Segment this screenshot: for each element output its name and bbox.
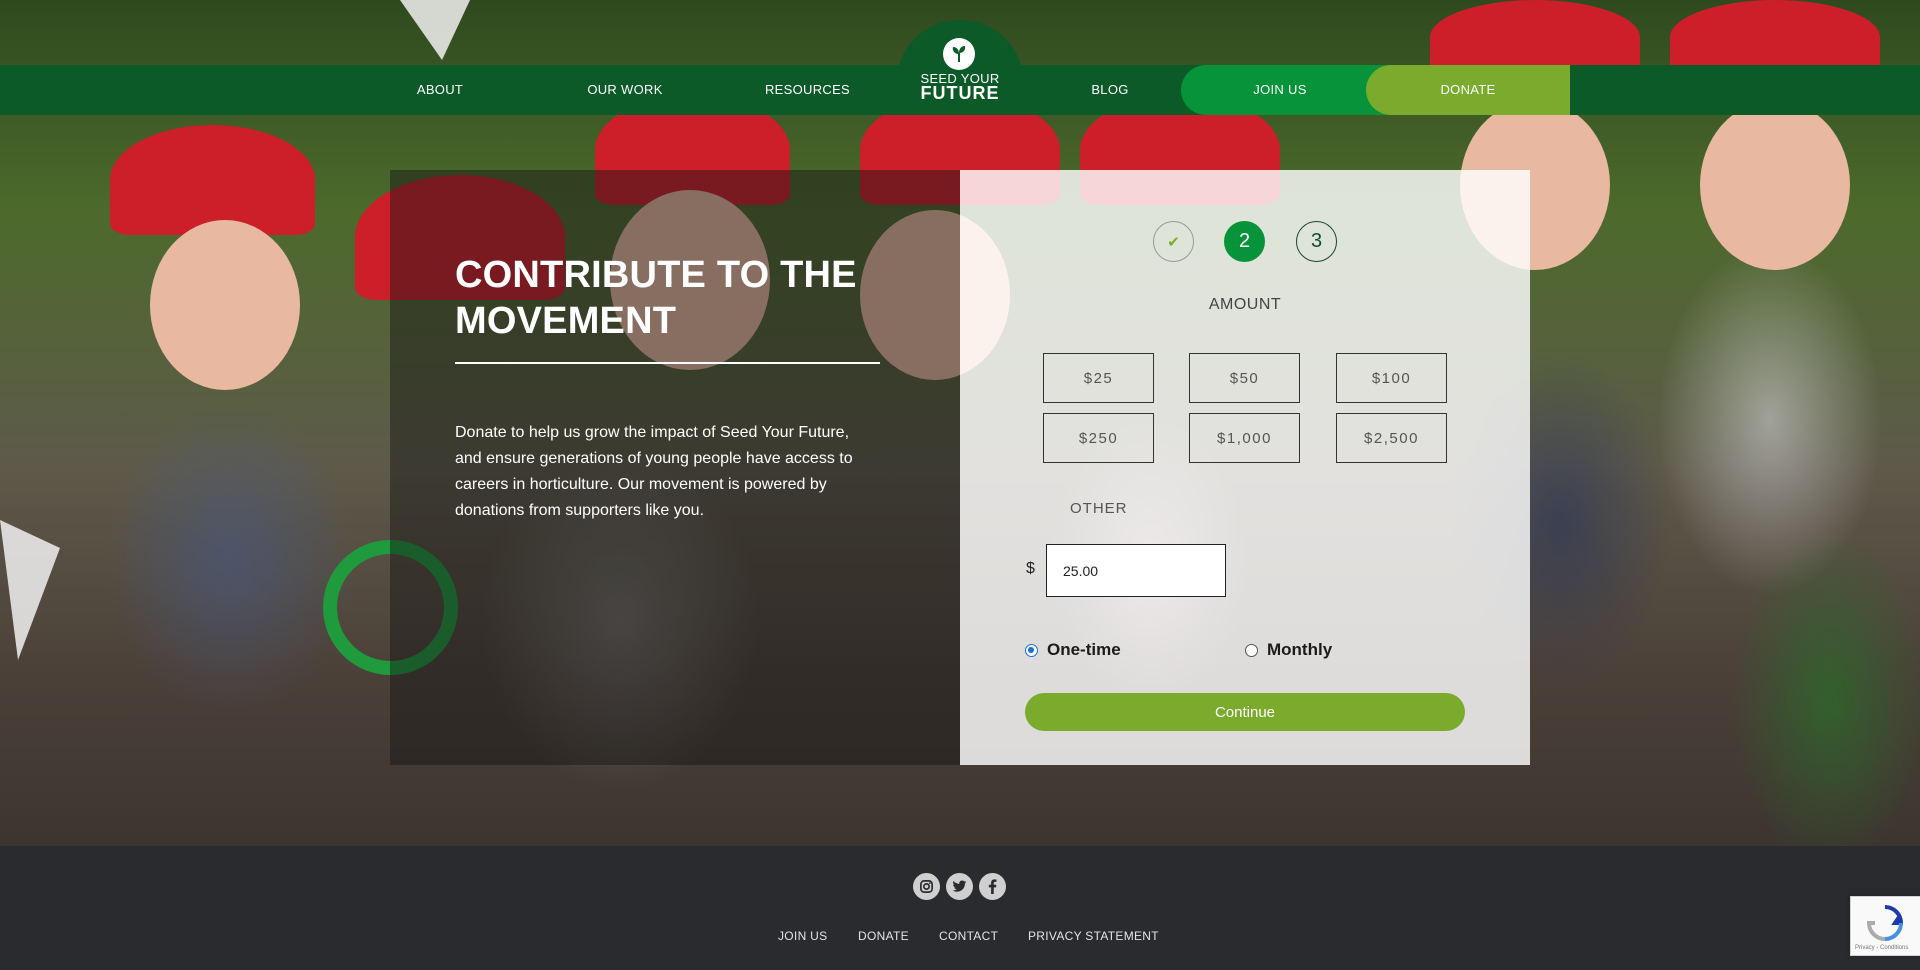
step-1-complete[interactable]: ✔ bbox=[1153, 221, 1194, 262]
page-title-line-1: CONTRIBUTE TO THE bbox=[455, 254, 857, 296]
child-face bbox=[1700, 100, 1850, 270]
other-amount-label: OTHER bbox=[1070, 500, 1128, 517]
amount-1000-button[interactable]: $1,000 bbox=[1189, 413, 1300, 463]
facebook-icon[interactable] bbox=[979, 873, 1006, 900]
one-time-option[interactable]: One-time bbox=[1025, 640, 1121, 660]
twitter-icon[interactable] bbox=[946, 873, 973, 900]
footer-link-donate[interactable]: DONATE bbox=[858, 929, 909, 943]
amount-2500-button[interactable]: $2,500 bbox=[1336, 413, 1447, 463]
nav-resources[interactable]: RESOURCES bbox=[755, 65, 860, 115]
instagram-icon[interactable] bbox=[913, 873, 940, 900]
footer-link-privacy[interactable]: PRIVACY STATEMENT bbox=[1028, 929, 1159, 943]
nav-blog[interactable]: BLOG bbox=[1080, 65, 1140, 115]
site-footer bbox=[0, 846, 1920, 970]
child-face bbox=[150, 220, 300, 390]
one-time-label: One-time bbox=[1047, 640, 1121, 659]
footer-link-join-us[interactable]: JOIN US bbox=[778, 929, 827, 943]
monthly-label: Monthly bbox=[1267, 640, 1333, 659]
intro-text: Donate to help us grow the impact of See… bbox=[455, 424, 853, 519]
step-3-upcoming[interactable]: 3 bbox=[1296, 221, 1337, 262]
checkmark-icon: ✔ bbox=[1167, 233, 1180, 251]
amount-250-button[interactable]: $250 bbox=[1043, 413, 1154, 463]
amount-label: AMOUNT bbox=[1208, 296, 1282, 313]
nav-join-us-label: JOIN US bbox=[1253, 82, 1307, 97]
title-divider bbox=[455, 362, 880, 364]
nav-about[interactable]: ABOUT bbox=[400, 65, 480, 115]
monthly-radio[interactable] bbox=[1245, 643, 1258, 657]
child-cap bbox=[110, 125, 315, 235]
other-amount-input[interactable] bbox=[1046, 544, 1226, 597]
nav-donate-button[interactable]: DONATE bbox=[1366, 65, 1570, 115]
page-title: CONTRIBUTE TO THE MOVEMENT bbox=[455, 252, 885, 344]
bunting-flag bbox=[0, 520, 60, 660]
recaptcha-badge[interactable]: Privacy - Conditions bbox=[1850, 896, 1920, 956]
one-time-radio[interactable] bbox=[1025, 643, 1038, 657]
currency-symbol: $ bbox=[1026, 560, 1035, 577]
logo-text-bottom: FUTURE bbox=[920, 83, 1000, 103]
bunting-flag bbox=[400, 0, 470, 60]
child-cap bbox=[1430, 0, 1640, 75]
nav-our-work[interactable]: OUR WORK bbox=[575, 65, 675, 115]
recaptcha-icon bbox=[1866, 905, 1904, 941]
monthly-option[interactable]: Monthly bbox=[1245, 640, 1332, 660]
amount-50-button[interactable]: $50 bbox=[1189, 353, 1300, 403]
amount-25-button[interactable]: $25 bbox=[1043, 353, 1154, 403]
child-cap bbox=[1670, 0, 1880, 75]
continue-button[interactable]: Continue bbox=[1025, 693, 1465, 731]
seedling-icon bbox=[943, 38, 975, 70]
amount-100-button[interactable]: $100 bbox=[1336, 353, 1447, 403]
page-title-line-2: MOVEMENT bbox=[455, 300, 677, 342]
footer-link-contact[interactable]: CONTACT bbox=[939, 929, 998, 943]
step-2-current[interactable]: 2 bbox=[1224, 221, 1265, 262]
recaptcha-text: Privacy - Conditions bbox=[1855, 945, 1909, 951]
